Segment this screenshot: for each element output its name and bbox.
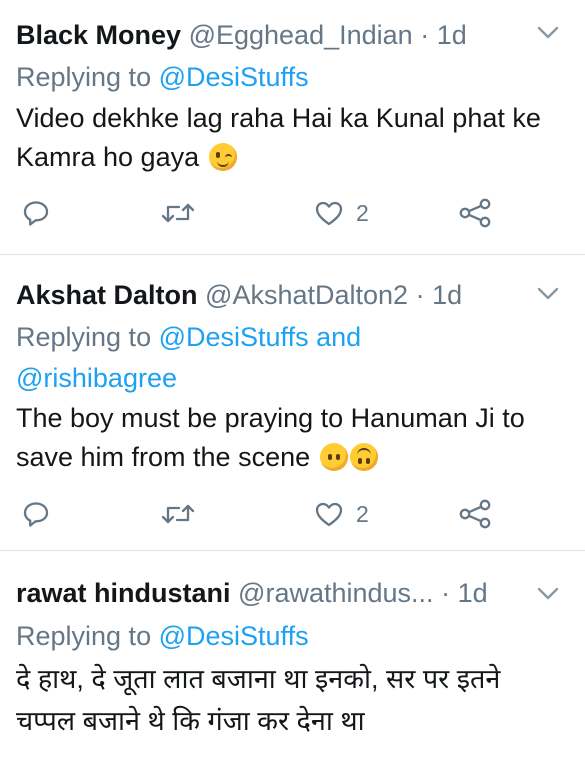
chevron-down-icon[interactable] (537, 287, 559, 301)
retweet-icon (161, 203, 195, 223)
mention-and[interactable]: and (316, 322, 361, 352)
author-handle[interactable]: @Egghead_Indian (189, 20, 413, 50)
tweet[interactable]: rawat hindustani @rawathindus... · 1d Re… (0, 552, 585, 757)
tweet-text: Video dekhke lag raha Hai ka Kunal phat … (16, 99, 561, 177)
upside-down-face-emoji (349, 443, 378, 471)
tweet-text-content: The boy must be praying to Hanuman Ji to… (16, 403, 525, 472)
replying-prefix: Replying to (16, 322, 152, 352)
mention-link[interactable]: @DesiStuffs (159, 62, 309, 92)
tweet-text: दे हाथ, दे जूता लात बजाना था इनको, सर पर… (16, 658, 561, 742)
author-name[interactable]: Black Money (16, 20, 181, 50)
like-count: 2 (356, 199, 369, 226)
replying-to: Replying to @DesiStuffs and @rishibagree (16, 317, 556, 399)
heart-icon (315, 201, 343, 226)
separator-dot: · (420, 20, 430, 50)
like-button[interactable]: 2 (314, 494, 369, 534)
separator-dot: · (415, 280, 425, 310)
chevron-down-icon[interactable] (537, 26, 559, 40)
tweet-text-content: Video dekhke lag raha Hai ka Kunal phat … (16, 103, 541, 172)
share-icon (459, 499, 491, 529)
timestamp[interactable]: 1d (432, 280, 462, 310)
tweet-text-content: दे हाथ, दे जूता लात बजाना था इनको, सर पर… (16, 664, 501, 736)
heart-icon (315, 502, 343, 527)
mention-link[interactable]: @DesiStuffs (159, 322, 309, 352)
tweet-text: The boy must be praying to Hanuman Ji to… (16, 399, 561, 477)
reply-button[interactable] (22, 494, 50, 534)
divider (0, 550, 585, 551)
reply-icon (23, 502, 49, 527)
replying-prefix: Replying to (16, 62, 152, 92)
reply-button[interactable] (22, 193, 50, 233)
chevron-down-icon[interactable] (537, 587, 559, 601)
replying-prefix: Replying to (16, 621, 152, 651)
tweet[interactable]: Akshat Dalton @AkshatDalton2 · 1d Replyi… (0, 256, 585, 551)
like-count: 2 (356, 500, 369, 527)
tweet-actions: 2 (0, 193, 585, 233)
replying-to: Replying to @DesiStuffs (16, 616, 556, 657)
separator-dot: · (441, 578, 451, 608)
tweet-header: Akshat Dalton @AkshatDalton2 · 1d (16, 278, 536, 312)
replying-to: Replying to @DesiStuffs (16, 57, 556, 98)
author-handle[interactable]: @AkshatDalton2 (205, 280, 408, 310)
tweet-actions: 2 (0, 494, 585, 534)
author-handle[interactable]: @rawathindus... (238, 578, 434, 608)
share-button[interactable] (458, 494, 492, 534)
author-name[interactable]: rawat hindustani (16, 578, 231, 608)
author-name[interactable]: Akshat Dalton (16, 280, 198, 310)
retweet-icon (161, 504, 195, 524)
share-button[interactable] (458, 193, 492, 233)
face-without-mouth-emoji (319, 443, 348, 471)
mention-link[interactable]: @DesiStuffs (159, 621, 309, 651)
like-button[interactable]: 2 (314, 193, 369, 233)
tweet-header: Black Money @Egghead_Indian · 1d (16, 18, 536, 52)
divider (0, 254, 585, 255)
mention-link-2[interactable]: @rishibagree (16, 363, 177, 393)
timestamp[interactable]: 1d (458, 578, 488, 608)
winking-face-emoji (208, 143, 237, 171)
tweet[interactable]: Black Money @Egghead_Indian · 1d Replyin… (0, 0, 585, 255)
retweet-button[interactable] (161, 193, 195, 233)
share-icon (459, 198, 491, 228)
tweet-header: rawat hindustani @rawathindus... · 1d (16, 576, 536, 610)
retweet-button[interactable] (161, 494, 195, 534)
reply-icon (23, 201, 49, 226)
timestamp[interactable]: 1d (437, 20, 467, 50)
